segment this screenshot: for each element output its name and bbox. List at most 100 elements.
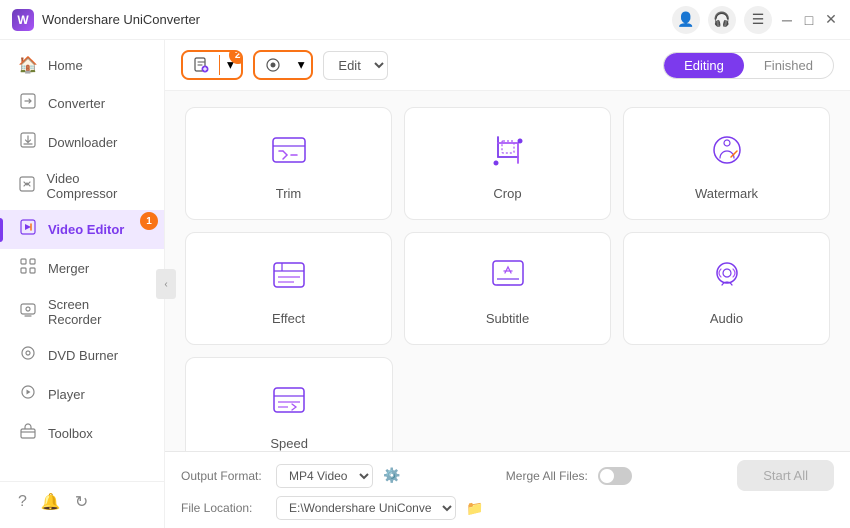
subtitle-icon	[488, 257, 528, 301]
sidebar-toggle[interactable]: ‹	[156, 269, 176, 299]
player-icon	[18, 384, 38, 405]
user-icon-btn[interactable]: 👤	[672, 6, 700, 34]
sidebar: 🏠 Home Converter Downloader Video Compre…	[0, 40, 165, 528]
file-location-select[interactable]: E:\Wondershare UniConverter	[276, 496, 456, 520]
tab-group: Editing Finished	[663, 52, 834, 79]
grid-row-2: Effect Subtitle	[185, 232, 830, 345]
crop-icon	[488, 132, 528, 176]
card-trim[interactable]: Trim	[185, 107, 392, 220]
speed-icon	[269, 382, 309, 426]
card-watermark[interactable]: Watermark	[623, 107, 830, 220]
card-empty-2	[624, 357, 830, 451]
start-all-button[interactable]: Start All	[737, 460, 834, 491]
output-format-select[interactable]: MP4 Video	[276, 464, 373, 488]
help-icon[interactable]: ?	[18, 493, 27, 511]
refresh-icon[interactable]: ↻	[75, 492, 88, 512]
grid-row-1: Trim Crop	[185, 107, 830, 220]
trim-icon	[269, 132, 309, 176]
downloader-icon	[18, 132, 38, 153]
sidebar-item-toolbox[interactable]: Toolbox	[0, 414, 164, 453]
sidebar-badge: 1	[140, 212, 158, 230]
sidebar-item-video-compressor[interactable]: Video Compressor	[0, 162, 164, 210]
video-editor-icon	[18, 219, 38, 240]
sidebar-item-dvd-burner[interactable]: DVD Burner	[0, 336, 164, 375]
card-subtitle[interactable]: Subtitle	[404, 232, 611, 345]
tab-editing[interactable]: Editing	[664, 53, 744, 78]
card-effect[interactable]: Effect	[185, 232, 392, 345]
minimize-btn[interactable]: ─	[780, 13, 794, 27]
output-format-label: Output Format:	[181, 469, 266, 483]
add-files-group: ▾ 2	[181, 50, 243, 80]
toolbar: ▾ 2 ▾ Edit Editing Finished	[165, 40, 850, 91]
sidebar-item-home[interactable]: 🏠 Home	[0, 46, 164, 84]
edit-dropdown[interactable]: Edit	[323, 51, 388, 80]
subtitle-label: Subtitle	[486, 311, 529, 326]
add-file-icon	[193, 57, 209, 73]
audio-label: Audio	[710, 311, 743, 326]
screen-icon	[265, 57, 281, 73]
sidebar-item-screen-recorder[interactable]: Screen Recorder	[0, 288, 164, 336]
sidebar-item-video-editor[interactable]: Video Editor 1	[0, 210, 164, 249]
sidebar-label-dvd-burner: DVD Burner	[48, 348, 118, 363]
menu-icon-btn[interactable]: ☰	[744, 6, 772, 34]
crop-label: Crop	[493, 186, 521, 201]
merge-label: Merge All Files:	[506, 469, 588, 483]
card-empty-1	[405, 357, 611, 451]
watermark-icon	[707, 132, 747, 176]
effect-icon	[269, 257, 309, 301]
card-audio[interactable]: Audio	[623, 232, 830, 345]
file-location-label: File Location:	[181, 501, 266, 515]
screen-record-button[interactable]	[255, 52, 291, 78]
speed-label: Speed	[270, 436, 308, 451]
maximize-btn[interactable]: □	[802, 13, 816, 27]
app-icon: W	[12, 9, 34, 31]
sidebar-item-player[interactable]: Player	[0, 375, 164, 414]
card-speed[interactable]: Speed	[185, 357, 393, 451]
close-btn[interactable]: ✕	[824, 13, 838, 27]
grid-container: Trim Crop	[165, 91, 850, 451]
headphone-icon-btn[interactable]: 🎧	[708, 6, 736, 34]
trim-label: Trim	[276, 186, 302, 201]
merge-toggle[interactable]	[598, 467, 632, 485]
merger-icon	[18, 258, 38, 279]
screen-record-group: ▾	[253, 50, 314, 80]
main-content: ▾ 2 ▾ Edit Editing Finished	[165, 40, 850, 528]
title-bar-controls: 👤 🎧 ☰ ─ □ ✕	[672, 6, 838, 34]
grid-row-3: Speed	[185, 357, 830, 451]
title-bar-left: W Wondershare UniConverter	[12, 9, 200, 31]
sidebar-item-merger[interactable]: Merger	[0, 249, 164, 288]
dvd-burner-icon	[18, 345, 38, 366]
app-title: Wondershare UniConverter	[42, 12, 200, 27]
add-files-button[interactable]	[183, 52, 219, 78]
screen-record-dropdown-btn[interactable]: ▾	[291, 52, 312, 78]
effect-label: Effect	[272, 311, 305, 326]
sidebar-bottom: ? 🔔 ↻	[0, 481, 164, 522]
watermark-label: Watermark	[695, 186, 758, 201]
sidebar-label-toolbox: Toolbox	[48, 426, 93, 441]
sidebar-label-compressor: Video Compressor	[47, 171, 146, 201]
bottom-row-1: Output Format: MP4 Video ⚙️ Merge All Fi…	[181, 460, 834, 491]
sidebar-item-converter[interactable]: Converter	[0, 84, 164, 123]
sidebar-label-video-editor: Video Editor	[48, 222, 124, 237]
sidebar-label-screen-recorder: Screen Recorder	[48, 297, 146, 327]
sidebar-label-merger: Merger	[48, 261, 89, 276]
active-marker	[0, 218, 3, 242]
toolbox-icon	[18, 423, 38, 444]
output-settings-btn[interactable]: ⚙️	[383, 467, 400, 484]
compressor-icon	[18, 176, 37, 197]
browse-folder-btn[interactable]: 📁	[466, 500, 483, 517]
title-bar: W Wondershare UniConverter 👤 🎧 ☰ ─ □ ✕	[0, 0, 850, 40]
sidebar-label-downloader: Downloader	[48, 135, 117, 150]
sidebar-item-downloader[interactable]: Downloader	[0, 123, 164, 162]
bottom-row-2: File Location: E:\Wondershare UniConvert…	[181, 496, 834, 520]
sidebar-label-home: Home	[48, 58, 83, 73]
bottom-bar: Output Format: MP4 Video ⚙️ Merge All Fi…	[165, 451, 850, 528]
converter-icon	[18, 93, 38, 114]
audio-icon	[707, 257, 747, 301]
main-layout: 🏠 Home Converter Downloader Video Compre…	[0, 40, 850, 528]
home-icon: 🏠	[18, 55, 38, 75]
card-crop[interactable]: Crop	[404, 107, 611, 220]
tab-finished[interactable]: Finished	[744, 53, 833, 78]
notification-icon[interactable]: 🔔	[41, 492, 61, 512]
sidebar-label-player: Player	[48, 387, 85, 402]
